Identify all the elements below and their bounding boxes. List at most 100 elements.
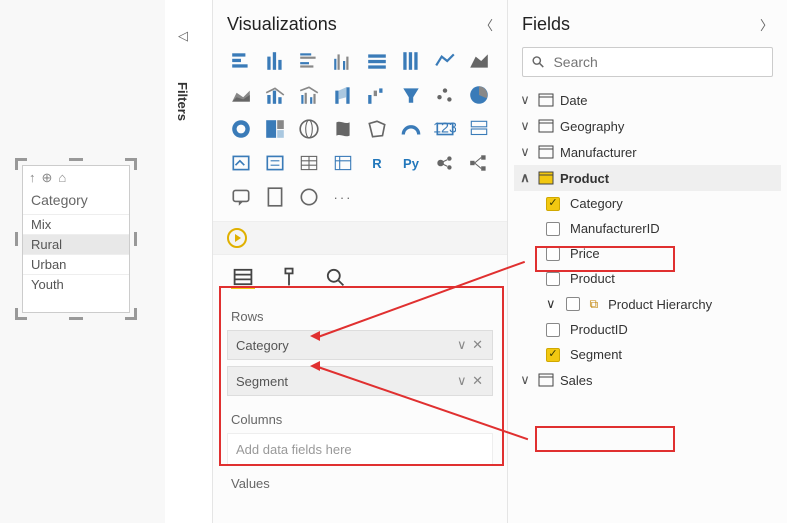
- map-icon[interactable]: [295, 115, 323, 143]
- line-chart-icon[interactable]: [431, 47, 459, 75]
- filters-collapse-icon[interactable]: ◁: [178, 28, 188, 44]
- drill-play-row: [213, 221, 507, 255]
- table-geography[interactable]: ∨Geography: [514, 113, 781, 139]
- treemap-icon[interactable]: [261, 115, 289, 143]
- visualizations-title: Visualizations: [227, 14, 337, 35]
- matrix-row[interactable]: Urban: [23, 254, 129, 274]
- chevron-down-icon: ∨: [546, 296, 556, 312]
- clustered-bar-icon[interactable]: [295, 47, 323, 75]
- report-canvas[interactable]: ↑ ⊕ ⌂ Category Mix Rural Urban Youth: [0, 0, 165, 523]
- visualizations-panel: Visualizations 〈 123 R Py: [212, 0, 507, 523]
- visual-header-icons[interactable]: ↑ ⊕ ⌂: [23, 166, 129, 190]
- field-label: Product Hierarchy: [608, 297, 712, 312]
- waterfall-icon[interactable]: [363, 81, 391, 109]
- table-icon[interactable]: [295, 149, 323, 177]
- checkbox-checked-icon[interactable]: [546, 348, 560, 362]
- table-manufacturer[interactable]: ∨Manufacturer: [514, 139, 781, 165]
- matrix-visual[interactable]: ↑ ⊕ ⌂ Category Mix Rural Urban Youth: [22, 165, 130, 313]
- r-visual-icon[interactable]: R: [363, 149, 391, 177]
- drill-expand-icon[interactable]: ⌂: [58, 170, 66, 186]
- pie-chart-icon[interactable]: [465, 81, 493, 109]
- fields-tab-icon[interactable]: [231, 265, 255, 289]
- well-actions-icon[interactable]: ∨ ✕: [457, 337, 484, 353]
- scatter-icon[interactable]: [431, 81, 459, 109]
- qna-visual-icon[interactable]: [227, 183, 255, 211]
- funnel-icon[interactable]: [397, 81, 425, 109]
- play-axis-icon[interactable]: [227, 228, 247, 248]
- collapse-viz-icon[interactable]: 〈: [480, 15, 493, 34]
- chevron-down-icon: ∨: [518, 372, 532, 388]
- field-label: Price: [570, 246, 600, 261]
- checkbox-icon[interactable]: [546, 272, 560, 286]
- table-icon: [538, 373, 554, 387]
- rows-well-segment[interactable]: Segment ∨ ✕: [227, 366, 493, 396]
- hundred-stacked-bar-icon[interactable]: [363, 47, 391, 75]
- field-segment[interactable]: Segment: [514, 342, 781, 367]
- table-icon: [538, 119, 554, 133]
- field-price[interactable]: Price: [514, 241, 781, 266]
- arcgis-map-icon[interactable]: [295, 183, 323, 211]
- hundred-stacked-column-icon[interactable]: [397, 47, 425, 75]
- more-visuals-icon[interactable]: ···: [329, 183, 357, 211]
- stacked-bar-icon[interactable]: [227, 47, 255, 75]
- matrix-row[interactable]: Youth: [23, 274, 129, 294]
- checkbox-checked-icon[interactable]: [546, 197, 560, 211]
- field-product[interactable]: Product: [514, 266, 781, 291]
- table-product[interactable]: ∧Product: [514, 165, 781, 191]
- chevron-up-icon: ∧: [518, 170, 532, 186]
- donut-chart-icon[interactable]: [227, 115, 255, 143]
- field-label: Segment: [570, 347, 622, 362]
- paginated-report-icon[interactable]: [261, 183, 289, 211]
- table-date[interactable]: ∨ Date: [514, 87, 781, 113]
- clustered-column-icon[interactable]: [329, 47, 357, 75]
- table-label: Geography: [560, 119, 624, 134]
- field-productid[interactable]: ProductID: [514, 317, 781, 342]
- columns-well-placeholder[interactable]: Add data fields here: [227, 433, 493, 466]
- well-actions-icon[interactable]: ∨ ✕: [457, 373, 484, 389]
- drill-toggle-icon[interactable]: ⊕: [42, 170, 53, 186]
- line-stacked-column-icon[interactable]: [261, 81, 289, 109]
- field-category[interactable]: Category: [514, 191, 781, 216]
- table-label: Date: [560, 93, 587, 108]
- rows-well-category[interactable]: Category ∨ ✕: [227, 330, 493, 360]
- decomposition-tree-icon[interactable]: [465, 149, 493, 177]
- checkbox-icon[interactable]: [566, 297, 580, 311]
- format-tab-icon[interactable]: [277, 265, 301, 289]
- field-manufacturerid[interactable]: ManufacturerID: [514, 216, 781, 241]
- well-field-name: Category: [236, 338, 289, 353]
- chevron-down-icon: ∨: [518, 92, 532, 108]
- checkbox-icon[interactable]: [546, 247, 560, 261]
- drill-up-icon[interactable]: ↑: [29, 170, 36, 186]
- field-product-hierarchy[interactable]: ∨ ⧉ Product Hierarchy: [514, 291, 781, 317]
- shape-map-icon[interactable]: [363, 115, 391, 143]
- slicer-icon[interactable]: [261, 149, 289, 177]
- matrix-row[interactable]: Mix: [23, 214, 129, 234]
- fields-search[interactable]: [522, 47, 773, 77]
- hierarchy-icon: ⧉: [590, 297, 599, 312]
- checkbox-icon[interactable]: [546, 323, 560, 337]
- collapse-fields-icon[interactable]: 〉: [760, 15, 773, 34]
- table-icon: [538, 145, 554, 159]
- search-input[interactable]: [553, 54, 764, 70]
- filled-map-icon[interactable]: [329, 115, 357, 143]
- line-clustered-column-icon[interactable]: [295, 81, 323, 109]
- stacked-column-icon[interactable]: [261, 47, 289, 75]
- field-label: Product: [570, 271, 615, 286]
- kpi-icon[interactable]: [227, 149, 255, 177]
- checkbox-icon[interactable]: [546, 222, 560, 236]
- multi-row-card-icon[interactable]: [465, 115, 493, 143]
- area-chart-icon[interactable]: [465, 47, 493, 75]
- stacked-area-icon[interactable]: [227, 81, 255, 109]
- analytics-tab-icon[interactable]: [323, 265, 347, 289]
- python-visual-icon[interactable]: Py: [397, 149, 425, 177]
- matrix-icon[interactable]: [329, 149, 357, 177]
- ribbon-chart-icon[interactable]: [329, 81, 357, 109]
- rows-label: Rows: [213, 299, 507, 330]
- filters-panel-tab[interactable]: Filters: [175, 82, 190, 121]
- matrix-row[interactable]: Rural: [23, 234, 129, 254]
- field-label: ManufacturerID: [570, 221, 660, 236]
- gauge-icon[interactable]: [397, 115, 425, 143]
- key-influencers-icon[interactable]: [431, 149, 459, 177]
- card-icon[interactable]: 123: [431, 115, 459, 143]
- table-sales[interactable]: ∨Sales: [514, 367, 781, 393]
